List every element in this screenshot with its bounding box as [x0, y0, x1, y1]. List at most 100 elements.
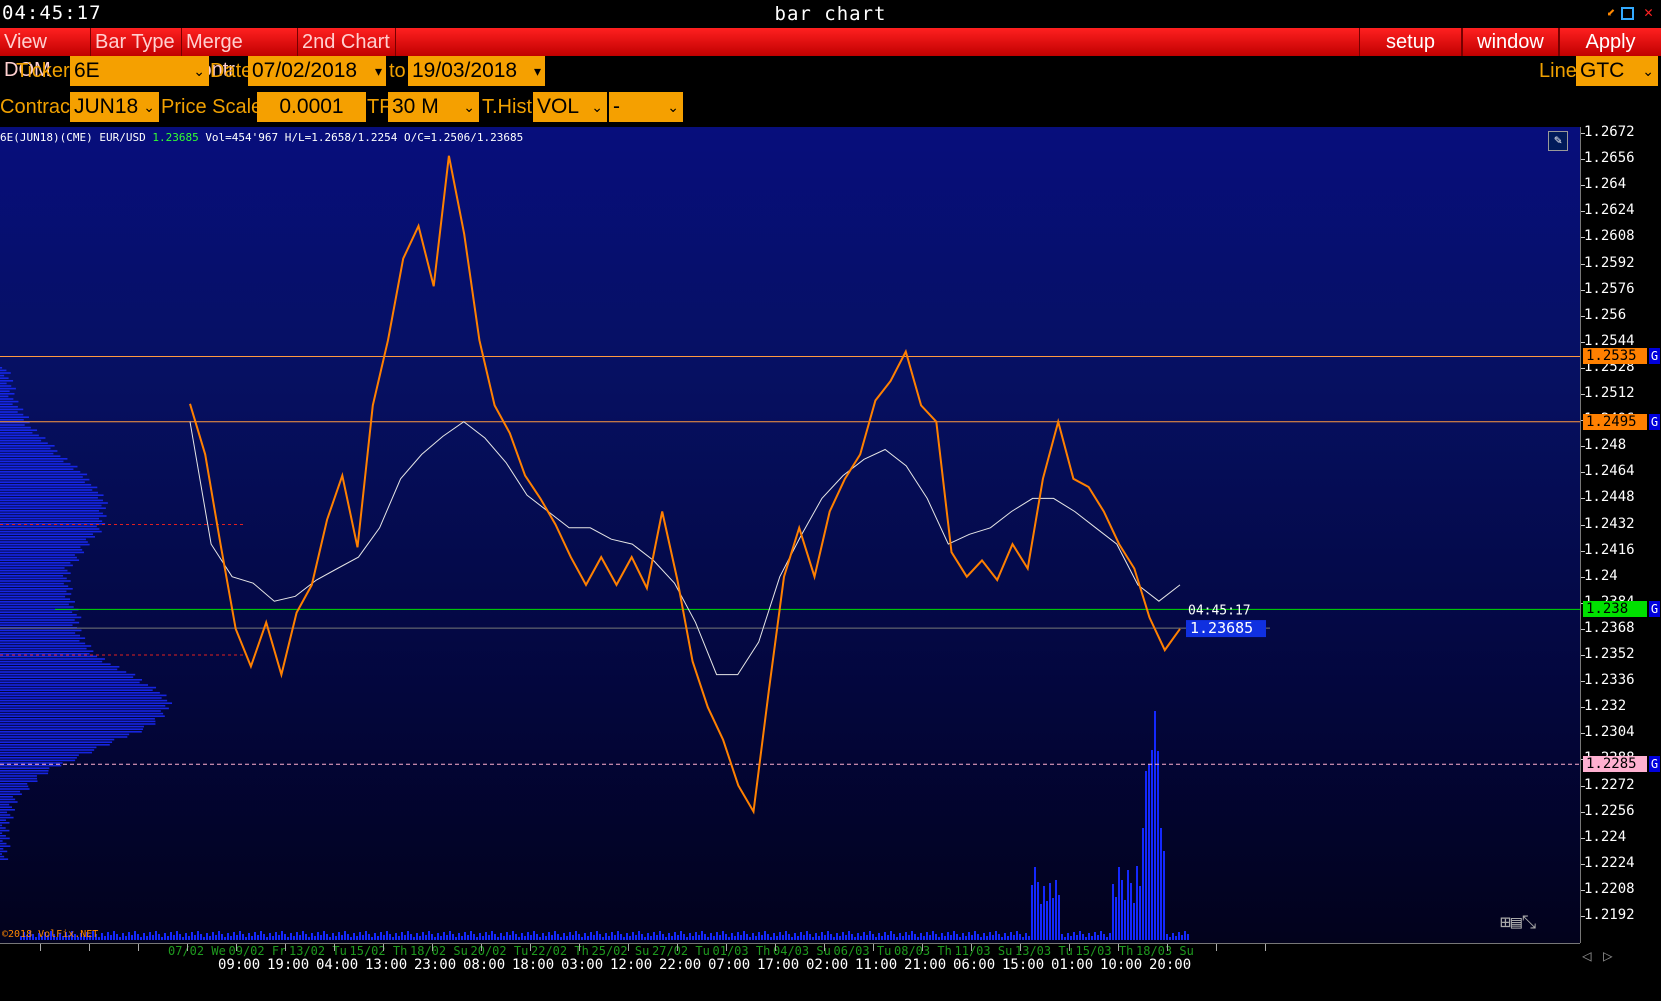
volume-bar: [1097, 935, 1099, 940]
thist-extra-select[interactable]: - ⌄: [609, 92, 683, 122]
volume-bar: [449, 931, 451, 940]
x-date-label: 20/02 Tu: [470, 944, 529, 958]
volume-bar: [491, 931, 493, 940]
profile-bar: [0, 827, 6, 829]
profile-bar: [0, 369, 7, 372]
y-tick-mark: [1581, 289, 1585, 291]
level-price-badge[interactable]: 1.2285: [1583, 756, 1647, 773]
apply-button[interactable]: Apply: [1559, 28, 1661, 56]
x-tick-mark: [579, 944, 580, 951]
profile-bar: [0, 621, 80, 624]
contract-select[interactable]: JUN18 ⌄: [70, 92, 159, 122]
volume-bar: [965, 936, 967, 940]
volume-bar: [473, 934, 475, 940]
level-price-badge[interactable]: 1.238: [1583, 601, 1647, 618]
profile-bar: [0, 512, 103, 515]
volume-bar: [479, 933, 481, 940]
volume-bar: [263, 934, 265, 940]
ticker-select[interactable]: 6E ⌄: [70, 56, 209, 86]
level-tag[interactable]: G: [1649, 601, 1660, 618]
profile-bar: [0, 855, 5, 858]
volume-bar: [632, 932, 634, 940]
level-tag[interactable]: G: [1649, 348, 1660, 365]
profile-bar: [0, 780, 38, 782]
volume-bar: [572, 935, 574, 940]
x-tick-mark: [89, 944, 90, 951]
level-tag[interactable]: G: [1649, 413, 1660, 430]
volume-bar: [353, 933, 355, 940]
volume-bar: [770, 937, 772, 940]
profile-bar: [0, 853, 2, 855]
volume-bar: [1148, 764, 1150, 940]
volume-bar: [527, 932, 529, 940]
chart-area[interactable]: 04:45:17 1.23685: [0, 127, 1580, 943]
level-price-badge[interactable]: 1.2495: [1583, 413, 1647, 430]
layout-icon[interactable]: ▤: [1511, 912, 1522, 933]
volume-bar: [428, 931, 430, 940]
price-axis[interactable]: 1.2672 1.2656 1.264 1.2624 1.2608 1.2592 1.257…: [1580, 124, 1661, 943]
volume-bar: [1121, 880, 1123, 940]
level-tag[interactable]: G: [1649, 756, 1660, 773]
x-date-label: 01/03 Th: [712, 944, 771, 958]
setup-button[interactable]: setup: [1359, 28, 1462, 56]
profile-bar: [0, 380, 14, 382]
volume-bar: [215, 935, 217, 940]
date-to-field[interactable]: 19/03/2018 ▾: [408, 56, 545, 86]
profile-bar: [0, 562, 71, 564]
level-price-badge[interactable]: 1.2535: [1583, 348, 1647, 365]
volume-bar: [260, 931, 262, 940]
time-axis[interactable]: 07/02 We 09/02 Fr 13/02 Tu 15/02 Th 18/02 Su…: [0, 943, 1580, 1001]
chart-stats: Vol=454'967 H/L=1.2658/1.2254 O/C=1.2506…: [205, 131, 524, 144]
profile-bar: [0, 793, 22, 795]
menu-merge-contr[interactable]: Merge Contr: [182, 28, 298, 81]
y-tick-mark: [1581, 524, 1585, 526]
volume-bar: [920, 933, 922, 940]
scroll-left-icon[interactable]: ◁: [1582, 946, 1592, 965]
volume-bar: [362, 935, 364, 940]
volume-bar: [443, 932, 445, 940]
profile-bar: [0, 497, 98, 499]
volume-bar: [722, 931, 724, 940]
volume-bar: [1142, 828, 1144, 940]
volume-bar: [1133, 903, 1135, 940]
volume-bar: [485, 932, 487, 940]
grid-icon[interactable]: ⊞: [1500, 912, 1511, 933]
volume-bar: [1010, 932, 1012, 940]
volume-bar: [740, 935, 742, 940]
volume-bar: [1019, 934, 1021, 940]
window-button[interactable]: window: [1462, 28, 1559, 56]
volume-bar: [467, 935, 469, 940]
thist-select[interactable]: VOL ⌄: [533, 92, 607, 122]
volume-bar: [635, 935, 637, 940]
menu-bar-type[interactable]: Bar Type: [91, 28, 182, 56]
volume-bar: [314, 936, 316, 940]
profile-bar: [0, 556, 77, 559]
price-scale-field[interactable]: 0.0001: [257, 92, 366, 122]
tf-select[interactable]: 30 M ⌄: [388, 92, 479, 122]
menu-view-dom[interactable]: View DOM: [0, 28, 91, 81]
minimize-icon[interactable]: ⬋: [1604, 5, 1619, 20]
volume-bar: [926, 932, 928, 940]
profile-bar: [0, 536, 95, 538]
profile-bar: [0, 580, 71, 582]
volume-bar: [341, 935, 343, 940]
scroll-right-icon[interactable]: ▷: [1603, 946, 1613, 965]
volume-bar: [536, 934, 538, 940]
close-icon[interactable]: ✕: [1641, 5, 1656, 20]
maximize-icon[interactable]: [1621, 7, 1634, 20]
volume-bar: [713, 936, 715, 940]
volume-bar: [194, 935, 196, 940]
volume-bar: [182, 937, 184, 940]
menu-2nd-chart[interactable]: 2nd Chart: [298, 28, 396, 56]
volume-bar: [1106, 937, 1108, 940]
volume-profile: [0, 367, 173, 860]
profile-bar: [0, 653, 90, 655]
chart-svg[interactable]: 04:45:171.23685: [0, 127, 1580, 943]
y-tick-mark: [1581, 133, 1585, 134]
line-select[interactable]: GTC ⌄: [1576, 56, 1658, 86]
expand-icon[interactable]: ⤡: [1522, 912, 1536, 933]
date-from-field[interactable]: 07/02/2018 ▾: [248, 56, 386, 86]
volume-bar: [1166, 934, 1168, 940]
profile-bar: [0, 575, 64, 577]
pencil-icon[interactable]: ✎: [1548, 131, 1568, 151]
